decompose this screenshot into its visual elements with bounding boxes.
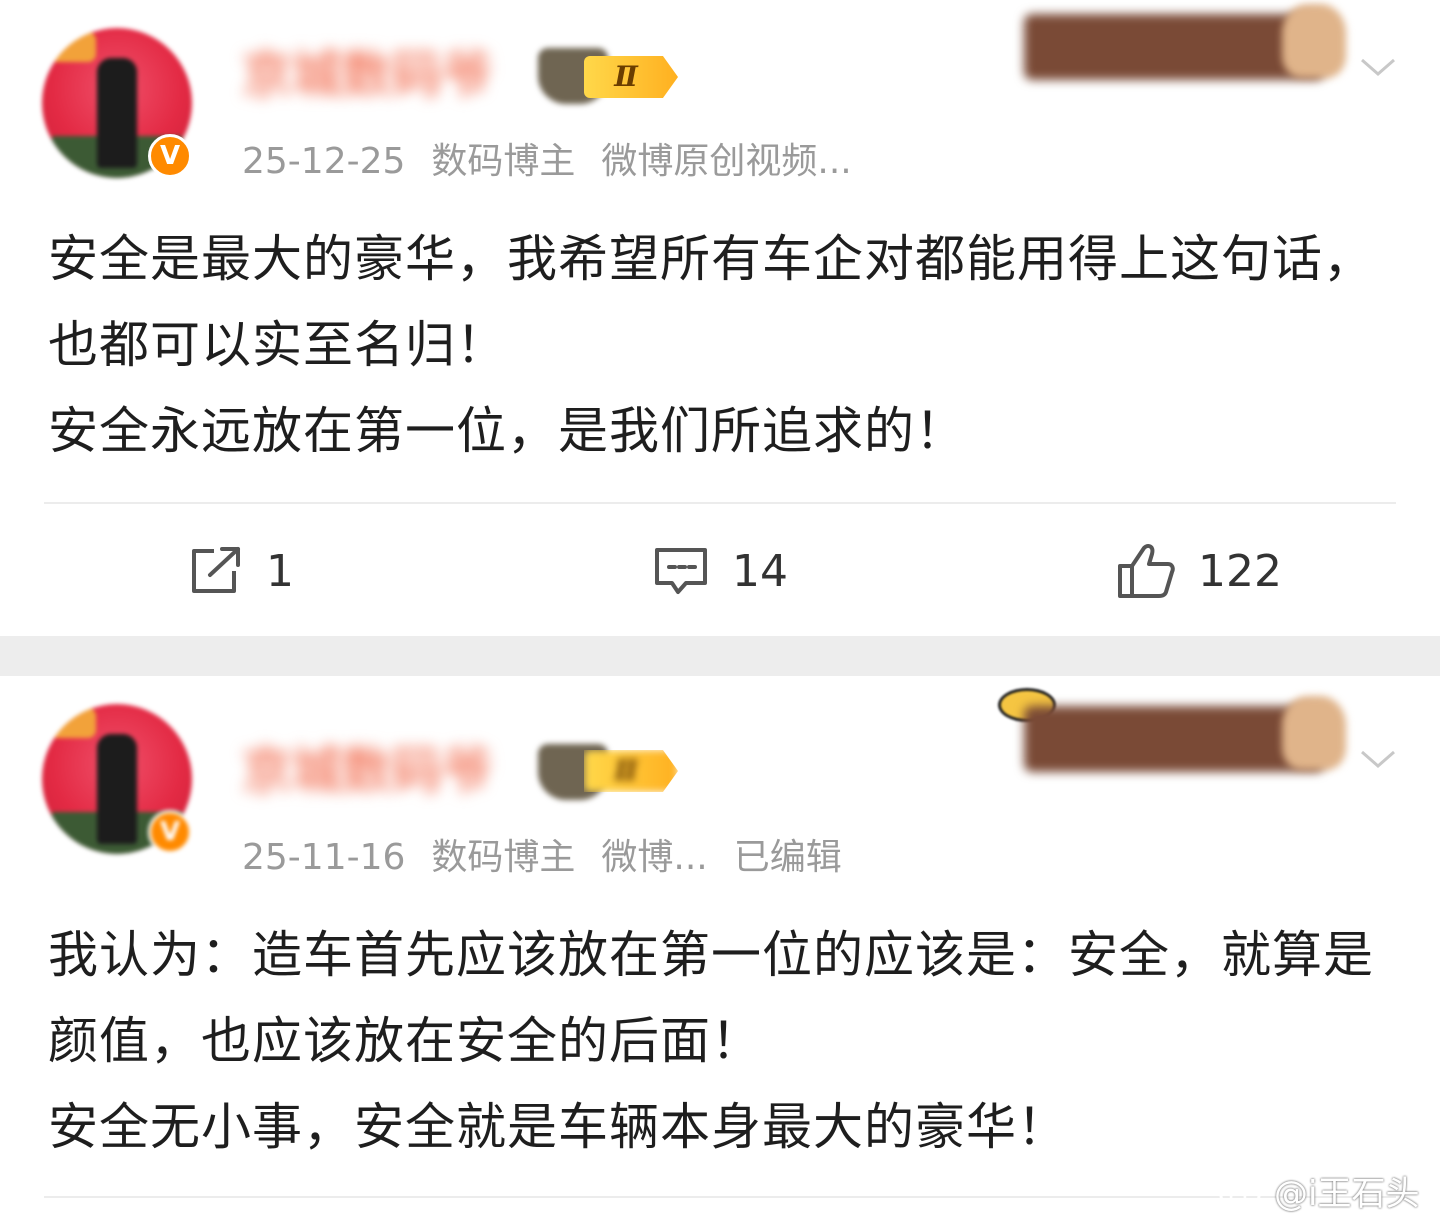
level-badge[interactable]: Ⅱ bbox=[584, 56, 678, 98]
comment-button[interactable]: 14 bbox=[652, 536, 788, 606]
weibo-logo-icon bbox=[1219, 1174, 1266, 1210]
chevron-down-icon[interactable] bbox=[1358, 748, 1398, 772]
level-badge[interactable]: Ⅱ bbox=[584, 750, 678, 792]
avatar-figure bbox=[97, 58, 137, 168]
thumbs-up-icon bbox=[1118, 544, 1175, 598]
feed-separator bbox=[0, 636, 1440, 676]
post-date: 25-12-25 bbox=[242, 141, 406, 182]
post-tag: 数码博主 bbox=[431, 141, 576, 182]
fan-card-badge[interactable] bbox=[1024, 706, 1324, 772]
verified-badge-icon: V bbox=[148, 134, 192, 178]
weibo-post: V 京城数码爷 Ⅱ 25-11-16 数码博主 微博... 已编辑 我认为：造车首先应… bbox=[0, 676, 1440, 1223]
post-source[interactable]: 微博... bbox=[601, 837, 707, 878]
divider bbox=[44, 1196, 1396, 1198]
post-tag: 数码博主 bbox=[431, 837, 576, 878]
repost-icon bbox=[192, 547, 240, 593]
chevron-down-icon[interactable] bbox=[1358, 56, 1398, 80]
fan-card-mascot-icon bbox=[1282, 4, 1346, 78]
like-count: 122 bbox=[1198, 545, 1282, 597]
fan-card-mascot-icon bbox=[1282, 696, 1346, 770]
fan-card-badge[interactable] bbox=[1024, 14, 1324, 80]
avatar-crown-decoration bbox=[48, 708, 96, 738]
avatar-figure bbox=[97, 734, 137, 844]
username[interactable]: 京城数码爷 bbox=[242, 44, 542, 106]
divider bbox=[44, 502, 1396, 504]
post-source[interactable]: 微博原创视频... bbox=[601, 141, 851, 182]
edited-label[interactable]: 已编辑 bbox=[734, 837, 842, 878]
verified-badge-icon: V bbox=[148, 810, 192, 854]
comment-count: 14 bbox=[732, 545, 788, 597]
username[interactable]: 京城数码爷 bbox=[242, 740, 542, 802]
post-content[interactable]: 安全是最大的豪华，我希望所有车企对都能用得上这句话，也都可以实至名归！ 安全永远… bbox=[48, 216, 1398, 474]
post-date: 25-11-16 bbox=[242, 837, 406, 878]
watermark-text: @i王石头 bbox=[1274, 1173, 1420, 1214]
like-button[interactable]: 122 bbox=[1116, 536, 1282, 606]
comment-icon bbox=[655, 548, 707, 594]
weibo-post: V 京城数码爷 Ⅱ 25-12-25 数码博主 微博原创视频... 安全是最大的豪华… bbox=[0, 0, 1440, 636]
repost-button[interactable]: 1 bbox=[188, 536, 294, 606]
repost-count: 1 bbox=[266, 545, 294, 597]
avatar-crown-decoration bbox=[48, 32, 96, 62]
post-meta: 25-12-25 数码博主 微博原创视频... bbox=[242, 136, 878, 188]
watermark: @i王石头 bbox=[1218, 1166, 1419, 1214]
post-meta: 25-11-16 数码博主 微博... 已编辑 bbox=[242, 832, 868, 884]
post-content[interactable]: 我认为：造车首先应该放在第一位的应该是：安全，就算是颜值，也应该放在安全的后面！… bbox=[48, 912, 1398, 1170]
